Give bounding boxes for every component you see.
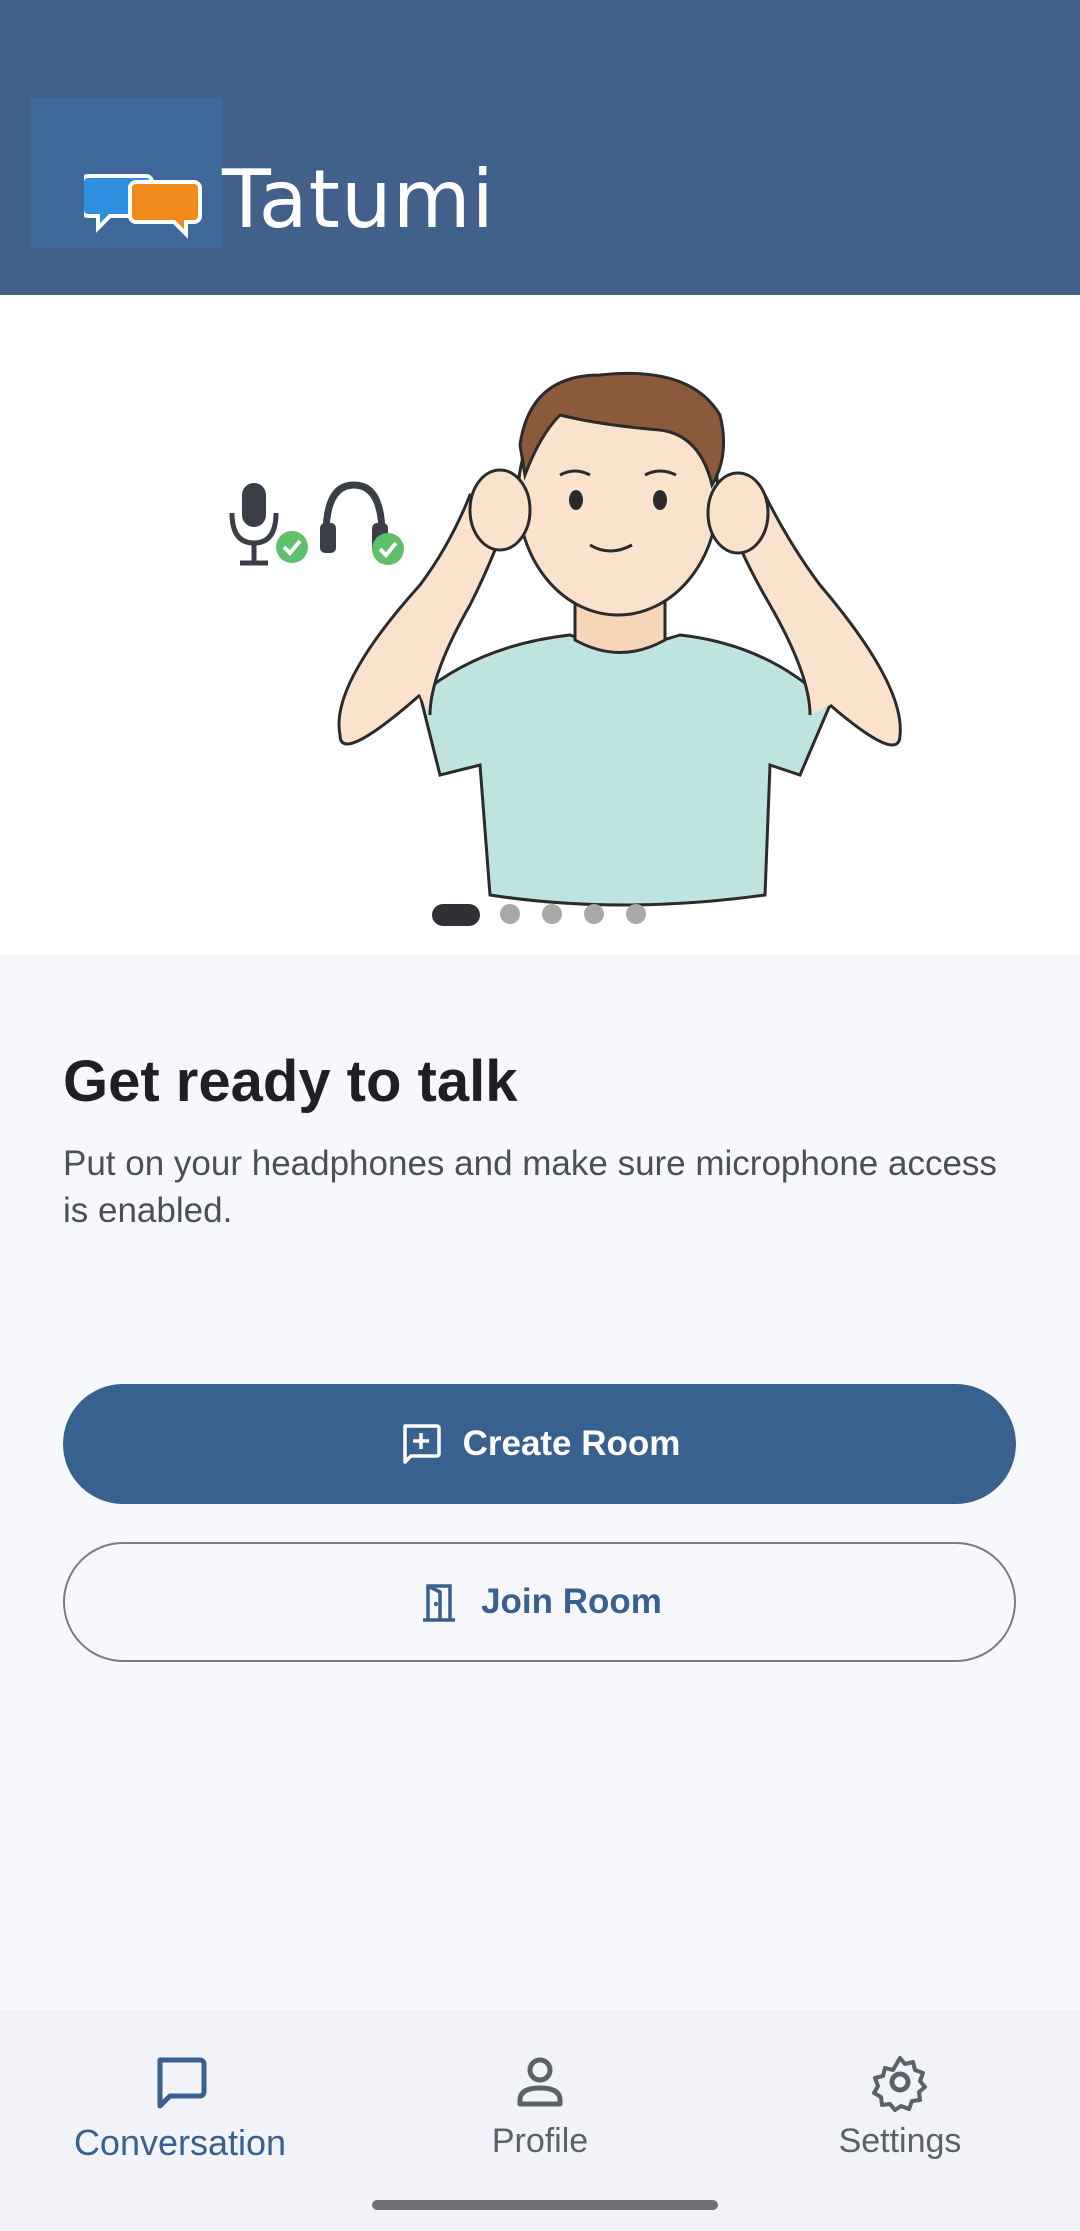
bottom-navigation: Conversation Profile Settings bbox=[0, 2010, 1080, 2231]
join-room-button[interactable]: Join Room bbox=[63, 1542, 1016, 1662]
headphones-check-icon bbox=[320, 481, 404, 565]
create-room-button[interactable]: Create Room bbox=[63, 1384, 1016, 1504]
carousel-dot-3[interactable] bbox=[542, 904, 562, 924]
join-room-label: Join Room bbox=[481, 1582, 662, 1621]
nav-item-conversation[interactable]: Conversation bbox=[0, 2040, 360, 2170]
nav-label-settings: Settings bbox=[838, 2122, 962, 2160]
home-indicator[interactable] bbox=[372, 2200, 718, 2210]
nav-item-profile[interactable]: Profile bbox=[360, 2040, 720, 2170]
microphone-check-icon bbox=[229, 483, 308, 566]
page-description: Put on your headphones and make sure mic… bbox=[63, 1144, 997, 1230]
chat-icon bbox=[157, 2057, 207, 2109]
gear-icon bbox=[872, 2056, 927, 2112]
nav-label-profile: Profile bbox=[491, 2122, 589, 2160]
carousel-dot-1[interactable] bbox=[432, 904, 480, 926]
door-icon bbox=[423, 1584, 456, 1622]
onboarding-hero[interactable] bbox=[0, 295, 1080, 955]
app-header: Tatumi bbox=[0, 0, 1080, 295]
nav-label-conversation: Conversation bbox=[73, 2122, 287, 2163]
person-icon bbox=[517, 2057, 563, 2107]
chat-bubbles-logo-icon bbox=[84, 174, 202, 239]
carousel-dot-4[interactable] bbox=[584, 904, 604, 924]
create-room-label: Create Room bbox=[462, 1424, 681, 1463]
carousel-dot-2[interactable] bbox=[500, 904, 520, 924]
add-box-icon bbox=[402, 1424, 441, 1464]
person-with-earbuds-illustration bbox=[229, 371, 902, 907]
page-title: Get ready to talk bbox=[63, 1049, 518, 1114]
nav-item-settings[interactable]: Settings bbox=[720, 2040, 1080, 2170]
carousel-dot-5[interactable] bbox=[626, 904, 646, 924]
app-name: Tatumi bbox=[222, 153, 495, 246]
carousel-indicator[interactable] bbox=[0, 902, 1080, 926]
